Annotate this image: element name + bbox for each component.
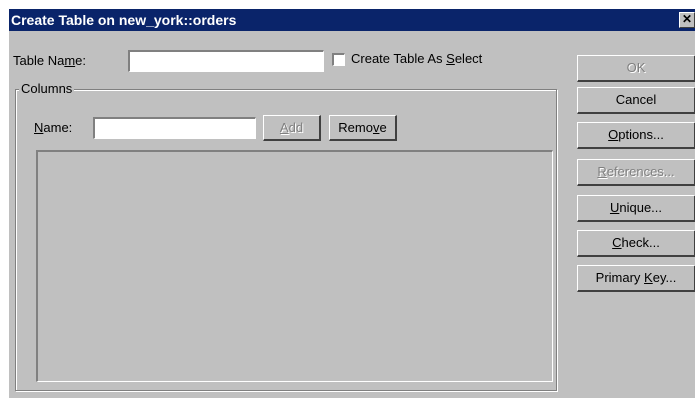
create-as-select-checkbox[interactable] bbox=[332, 53, 345, 66]
add-column-button[interactable]: Add bbox=[263, 115, 321, 141]
title-bar[interactable]: Create Table on new_york::orders ✕ bbox=[9, 9, 695, 31]
table-name-label: Table Name: bbox=[13, 53, 86, 68]
close-icon[interactable]: ✕ bbox=[679, 12, 695, 28]
check-button[interactable]: Check... bbox=[577, 230, 695, 257]
column-name-label: Name: bbox=[34, 120, 73, 135]
primary-key-button[interactable]: Primary Key... bbox=[577, 265, 695, 292]
columns-list[interactable] bbox=[36, 150, 553, 382]
create-as-select-label: Create Table As Select bbox=[351, 51, 483, 66]
ok-button[interactable]: OK bbox=[577, 55, 695, 82]
columns-group-label: Columns bbox=[19, 81, 75, 96]
unique-button[interactable]: Unique... bbox=[577, 195, 695, 222]
column-name-input[interactable] bbox=[93, 117, 256, 139]
create-table-dialog: Create Table on new_york::orders ✕ Table… bbox=[9, 9, 695, 398]
dialog-title: Create Table on new_york::orders bbox=[11, 12, 237, 28]
remove-column-button[interactable]: Remove bbox=[329, 115, 397, 141]
table-name-input[interactable] bbox=[128, 50, 324, 72]
cancel-button[interactable]: Cancel bbox=[577, 87, 695, 114]
options-button[interactable]: Options... bbox=[577, 122, 695, 149]
references-button[interactable]: References... bbox=[577, 159, 695, 186]
